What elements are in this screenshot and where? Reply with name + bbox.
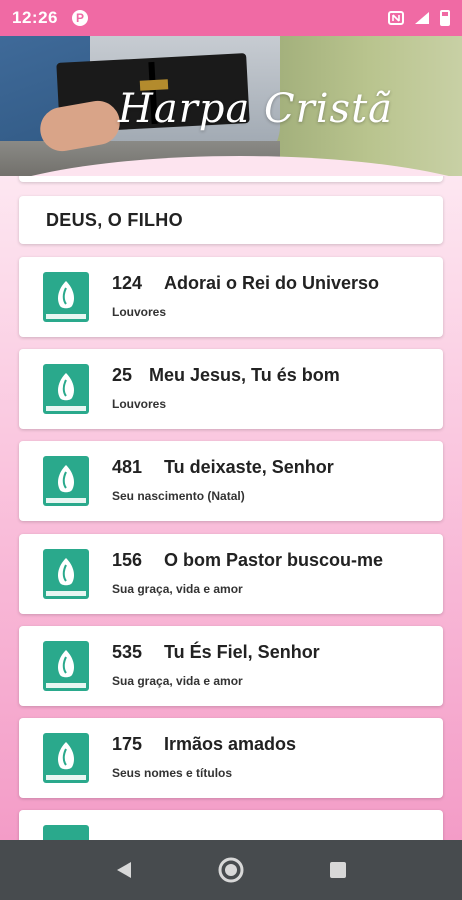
hymnal-book-icon [43, 272, 89, 322]
hymn-item[interactable]: 481 Tu deixaste, Senhor Seu nascimento (… [19, 441, 443, 521]
hymn-title: Irmãos amados [164, 734, 297, 754]
hymn-item[interactable]: 124 Adorai o Rei do Universo Louvores [19, 257, 443, 337]
hymnal-book-icon [43, 825, 89, 840]
header-banner: Harpa Cristã [0, 36, 462, 176]
hymn-category: Louvores [112, 397, 167, 411]
battery-icon [440, 10, 450, 26]
hymn-item[interactable]: 25 Meu Jesus, Tu és bom Louvores [19, 349, 443, 429]
status-icons [388, 10, 450, 26]
hymnal-book-icon [43, 733, 89, 783]
status-bar: 12:26 P [0, 0, 462, 36]
hymn-title: Tu deixaste, Senhor [164, 457, 334, 477]
hymn-number: 124 [112, 273, 143, 293]
hymn-item[interactable]: 156 O bom Pastor buscou-me Sua graça, vi… [19, 534, 443, 614]
hymnal-book-icon [43, 364, 89, 414]
hymn-category: Sua graça, vida e amor [112, 582, 243, 596]
list-item-partial[interactable] [19, 810, 443, 840]
hymn-title: Meu Jesus, Tu és bom [149, 365, 340, 385]
notification-icon: P [71, 10, 88, 26]
section-title: DEUS, O FILHO [46, 209, 183, 230]
hymn-list[interactable]: DEUS, O FILHO 124 Adorai o Rei do Univer… [0, 176, 462, 840]
hymn-number: 175 [112, 734, 143, 754]
back-triangle-icon [116, 862, 131, 878]
list-item-partial[interactable] [19, 176, 443, 182]
nfc-icon [388, 11, 404, 25]
navigation-bar [0, 840, 462, 900]
hymn-category: Seu nascimento (Natal) [112, 489, 245, 503]
hymn-title: Adorai o Rei do Universo [164, 273, 380, 293]
status-time: 12:26 [12, 8, 58, 27]
app-title: Harpa Cristã [118, 86, 393, 132]
hymn-category: Louvores [112, 305, 167, 319]
hymn-title: O bom Pastor buscou-me [164, 550, 384, 570]
recents-button[interactable] [318, 850, 358, 890]
section-header: DEUS, O FILHO [19, 196, 443, 244]
signal-icon [415, 12, 429, 24]
home-circle-icon [218, 857, 244, 883]
hymnal-book-icon [43, 456, 89, 506]
hymn-number: 25 [112, 365, 133, 385]
hymn-number: 156 [112, 550, 143, 570]
hymn-category: Seus nomes e títulos [112, 766, 233, 780]
back-button[interactable] [104, 850, 144, 890]
hymn-title: Tu És Fiel, Senhor [164, 642, 320, 662]
hymn-category: Sua graça, vida e amor [112, 674, 243, 688]
hymn-item[interactable]: 535 Tu És Fiel, Senhor Sua graça, vida e… [19, 626, 443, 706]
recents-square-icon [330, 862, 347, 878]
hymn-number: 481 [112, 457, 143, 477]
home-button[interactable] [211, 850, 251, 890]
hymn-number: 535 [112, 642, 143, 662]
hymnal-book-icon [43, 549, 89, 599]
hymn-item[interactable]: 175 Irmãos amados Seus nomes e títulos [19, 718, 443, 798]
hymnal-book-icon [43, 641, 89, 691]
